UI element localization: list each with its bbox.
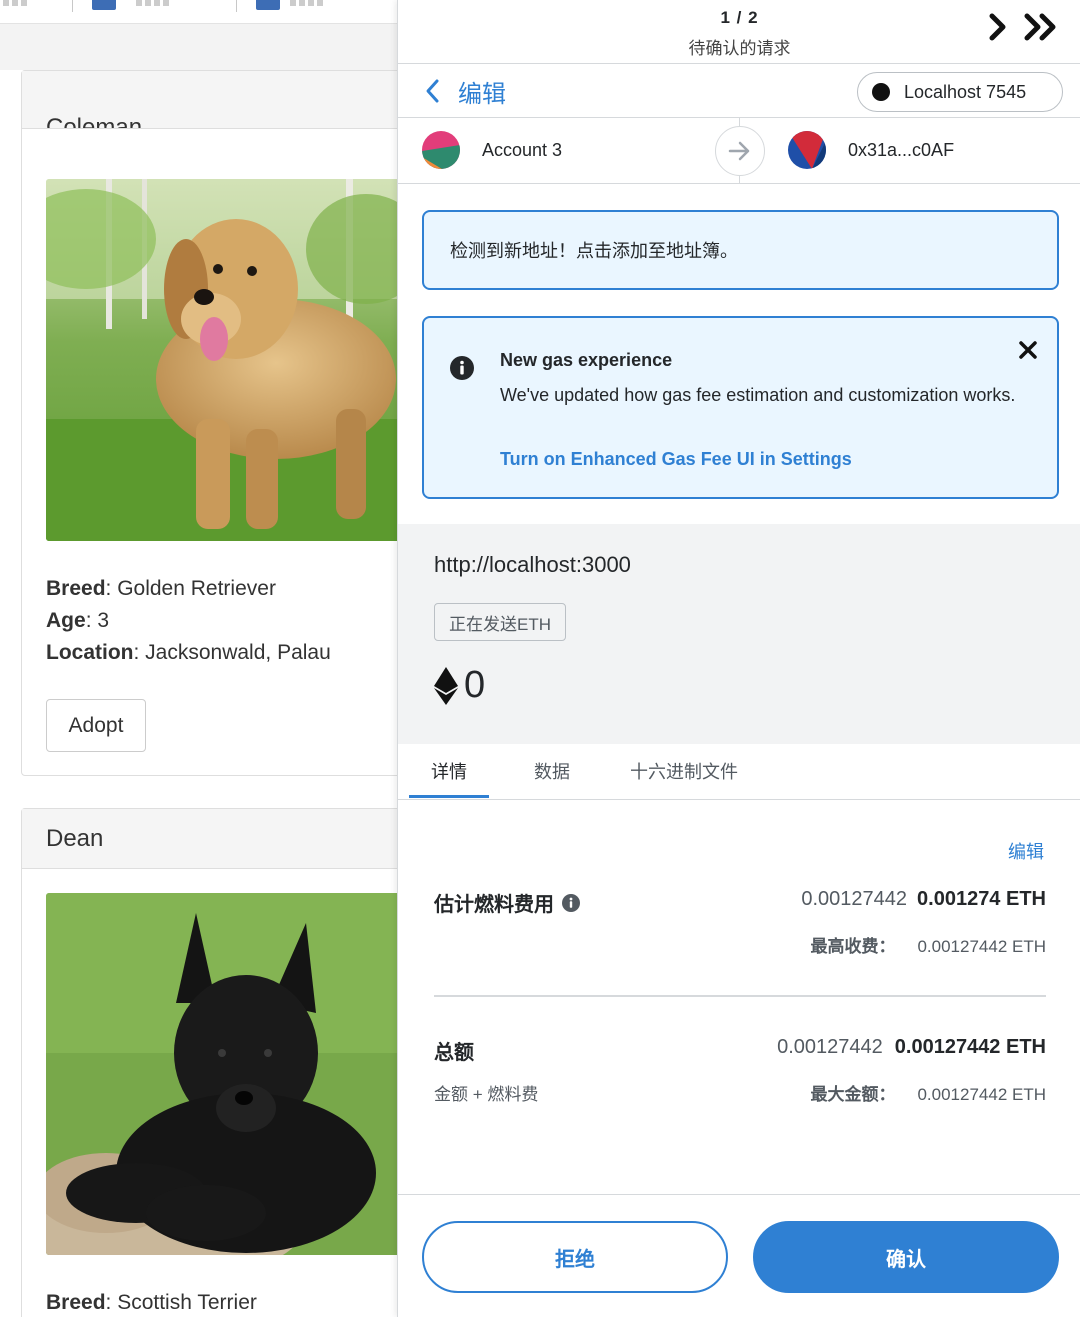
tab-text-fragment xyxy=(290,0,326,6)
sender-account-name: Account 3 xyxy=(482,139,563,160)
pending-requests-nav: 1 / 2 待确认的请求 xyxy=(398,0,1080,64)
recipient-identicon xyxy=(788,131,826,169)
age-value: 3 xyxy=(97,609,110,632)
pet-card-header: Coleman xyxy=(22,71,400,129)
network-name: Localhost 7545 xyxy=(904,81,1027,102)
tab-divider xyxy=(72,0,73,12)
location-label: Location xyxy=(46,641,134,664)
max-fee-label: 最高收费： xyxy=(810,937,896,956)
adopt-button[interactable]: Adopt xyxy=(46,699,146,752)
breed-value: Golden Retriever xyxy=(117,577,276,600)
edit-back-button[interactable]: 编辑 xyxy=(424,76,506,108)
transaction-summary: http://localhost:3000 正在发送ETH 0 xyxy=(398,524,1080,744)
info-icon[interactable] xyxy=(562,893,580,912)
max-amount-label: 最大金额： xyxy=(810,1085,896,1104)
edit-network-bar: 编辑 Localhost 7545 xyxy=(398,64,1080,118)
sender-account[interactable]: Account 3 xyxy=(422,131,562,169)
tab-data[interactable]: 数据 xyxy=(534,758,570,784)
pet-card: Dean Breed: Scottish Terrier xyxy=(21,808,400,1317)
scottish-terrier-photo xyxy=(46,893,400,1255)
transaction-details: 编辑 估计燃料费用 0.00127442 0.001274 ETH 最高收费： 0.… xyxy=(398,800,1080,1194)
reject-button[interactable]: 拒绝 xyxy=(422,1221,728,1293)
arrow-right-icon xyxy=(715,126,765,176)
flow-connector-line xyxy=(739,176,740,184)
pet-card-header: Dean xyxy=(22,809,400,869)
flow-connector-line xyxy=(739,118,740,126)
chevron-left-icon xyxy=(426,79,439,103)
pet-info: Breed: Scottish Terrier xyxy=(46,1287,257,1317)
breed-value: Scottish Terrier xyxy=(117,1291,257,1314)
active-tab-indicator xyxy=(409,795,489,798)
transaction-method-badge: 正在发送ETH xyxy=(434,603,566,641)
total-label: 总额 xyxy=(434,1042,474,1064)
close-icon[interactable] xyxy=(1016,338,1040,362)
origin-url: http://localhost:3000 xyxy=(434,552,631,577)
background-pet-shop-page: Coleman Breed: Golden Retriever Age: 3 L… xyxy=(0,0,400,1317)
request-counter: 1 / 2 xyxy=(720,8,759,27)
confirm-button[interactable]: 确认 xyxy=(753,1221,1059,1293)
browser-tab-strip xyxy=(0,0,400,24)
max-amount-row: 最大金额： 0.00127442 ETH xyxy=(810,1080,1046,1105)
next-request-icon[interactable] xyxy=(986,10,1010,44)
pet-info: Breed: Golden Retriever Age: 3 Location:… xyxy=(46,573,331,669)
estimated-gas-fee-value: 0.00127442 0.001274 ETH xyxy=(801,888,1046,911)
max-amount-value: 0.00127442 ETH xyxy=(917,1085,1046,1104)
age-label: Age xyxy=(46,609,86,632)
pet-breed-line: Breed: Golden Retriever xyxy=(46,577,276,600)
last-request-icon[interactable] xyxy=(1022,10,1062,44)
pet-age-line: Age: 3 xyxy=(46,609,110,632)
total-value: 0.00127442 0.00127442 ETH xyxy=(777,1036,1046,1059)
estimated-gas-fee-label: 估计燃料费用 xyxy=(434,888,580,917)
recipient-account[interactable]: 0x31a...c0AF xyxy=(788,131,954,169)
details-divider xyxy=(434,995,1046,997)
gas-notice-title: New gas experience xyxy=(500,350,673,370)
gas-experience-notice: New gas experience We've updated how gas… xyxy=(422,316,1059,499)
sender-recipient-row: Account 3 0x31a...c0AF xyxy=(398,118,1080,184)
breed-label: Breed xyxy=(46,1291,106,1314)
bookmark-folder-icon[interactable] xyxy=(92,0,116,10)
new-address-alert[interactable]: 检测到新地址！点击添加至地址簿。 xyxy=(422,210,1059,290)
edit-label: 编辑 xyxy=(458,80,506,108)
gas-fee-secondary: 0.00127442 xyxy=(801,888,908,910)
total-breakdown-label: 金额 + 燃料费 xyxy=(434,1085,539,1104)
pet-breed-line: Breed: Scottish Terrier xyxy=(46,1291,257,1314)
tab-hex[interactable]: 十六进制文件 xyxy=(630,758,738,784)
pending-requests-label: 待确认的请求 xyxy=(688,39,791,58)
edit-gas-link[interactable]: 编辑 xyxy=(1008,838,1044,864)
recipient-address: 0x31a...c0AF xyxy=(848,139,955,160)
max-fee-row: 最高收费： 0.00127442 ETH xyxy=(810,932,1046,957)
bookmark-folder-icon[interactable] xyxy=(256,0,280,10)
max-fee-value: 0.00127442 ETH xyxy=(917,937,1046,956)
tab-divider xyxy=(236,0,237,12)
tab-text-fragment xyxy=(136,0,172,6)
total-secondary: 0.00127442 xyxy=(777,1036,883,1058)
golden-retriever-photo xyxy=(46,179,400,541)
gas-fee-primary: 0.001274 ETH xyxy=(917,888,1046,910)
pet-card: Coleman Breed: Golden Retriever Age: 3 L… xyxy=(21,70,400,776)
metamask-confirm-popup: 1 / 2 待确认的请求 编辑 Localhost 7545 Account 3 xyxy=(397,0,1080,1317)
estimated-gas-fee-text: 估计燃料费用 xyxy=(434,894,554,916)
breed-label: Breed xyxy=(46,577,106,600)
amount-value: 0 xyxy=(464,664,486,706)
gas-notice-body: We've updated how gas fee estimation and… xyxy=(500,385,1016,405)
network-status-dot-icon xyxy=(872,83,890,101)
pet-location-line: Location: Jacksonwald, Palau xyxy=(46,641,331,664)
detail-tabs: 详情 数据 十六进制文件 xyxy=(398,744,1080,800)
new-address-alert-text: 检测到新地址！点击添加至地址簿。 xyxy=(450,241,738,261)
info-icon xyxy=(450,356,474,380)
pet-name: Dean xyxy=(46,824,104,852)
confirm-footer: 拒绝 确认 xyxy=(398,1194,1080,1317)
page-header-band xyxy=(0,24,400,70)
pet-name: Coleman xyxy=(46,114,143,129)
ethereum-icon xyxy=(434,666,458,705)
location-value: Jacksonwald, Palau xyxy=(145,641,331,664)
network-selector[interactable]: Localhost 7545 xyxy=(857,72,1063,112)
account-identicon xyxy=(422,131,460,169)
total-primary: 0.00127442 ETH xyxy=(894,1036,1046,1058)
tab-details[interactable]: 详情 xyxy=(431,758,467,784)
enhanced-gas-settings-link[interactable]: Turn on Enhanced Gas Fee UI in Settings xyxy=(500,449,852,470)
tab-text-fragment xyxy=(0,0,30,6)
transaction-amount: 0 xyxy=(434,664,485,707)
